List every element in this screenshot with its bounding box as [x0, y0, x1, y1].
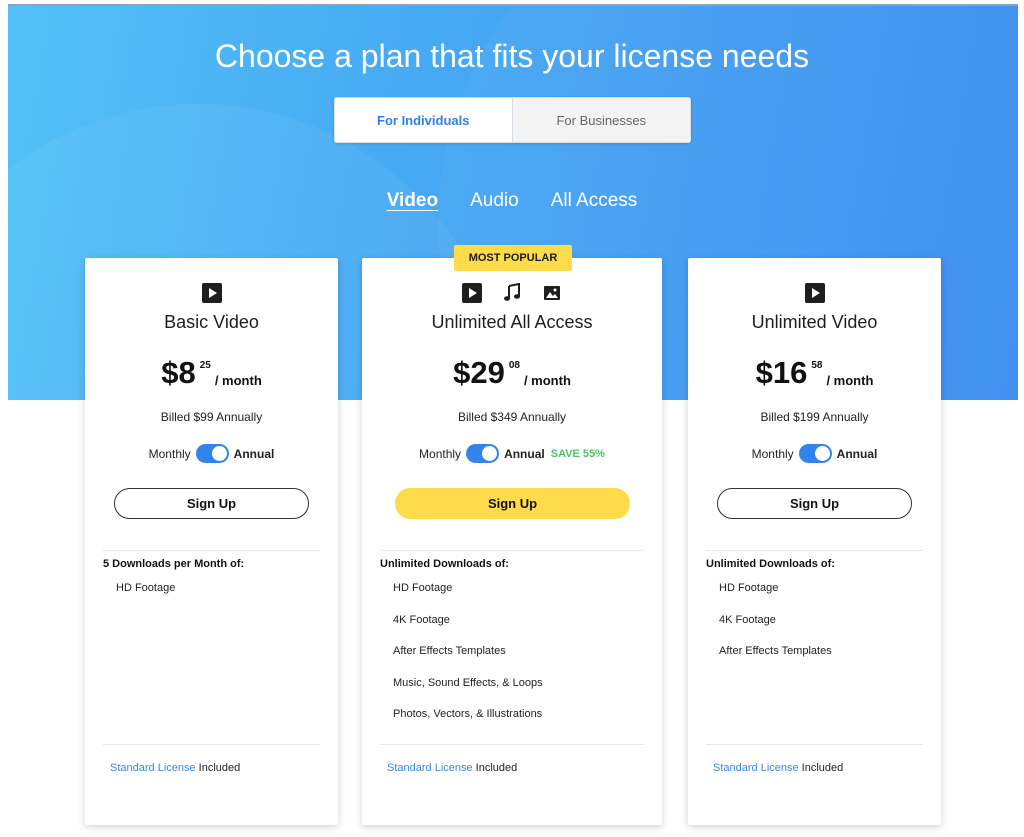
feature-list: HD Footage 4K Footage After Effects Temp… [719, 582, 832, 677]
save-badge: SAVE 55% [550, 447, 605, 460]
plan-icons [85, 283, 338, 303]
feature-list: HD Footage [116, 582, 175, 614]
audience-toggle: For Individuals For Businesses [334, 97, 691, 143]
feature-item: HD Footage [719, 582, 779, 594]
sign-up-button[interactable]: Sign Up [717, 488, 912, 519]
billing-switch[interactable] [195, 444, 229, 463]
toggle-annual-label: Annual [233, 446, 275, 461]
license-suffix: Included [798, 762, 844, 774]
billing-toggle-row: Monthly Annual [688, 444, 941, 463]
standard-license-link[interactable]: Standard License [713, 762, 799, 774]
billed-text: Billed $199 Annually [760, 410, 869, 424]
plan-price: $16 58 / month [688, 356, 941, 390]
music-note-icon [502, 283, 522, 303]
license-note: Standard License Included [713, 762, 843, 774]
tab-for-businesses[interactable]: For Businesses [512, 97, 691, 143]
feature-item: 4K Footage [393, 613, 450, 626]
plan-icons [362, 283, 662, 303]
plan-name: Basic Video [164, 312, 259, 332]
features-heading: 5 Downloads per Month of: [103, 558, 245, 570]
price-whole: $16 [755, 355, 808, 390]
feature-item: 4K Footage [719, 613, 776, 626]
sign-up-button[interactable]: Sign Up [114, 488, 309, 519]
price-period: / month [214, 373, 262, 388]
price-period: / month [523, 373, 571, 388]
plan-price: $8 25 / month [85, 356, 338, 390]
most-popular-badge: MOST POPULAR [454, 245, 572, 271]
toggle-monthly-label: Monthly [148, 446, 191, 461]
toggle-annual-label: Annual [836, 446, 878, 461]
divider [706, 744, 923, 745]
features-heading: Unlimited Downloads of: [706, 558, 835, 570]
standard-license-link[interactable]: Standard License [387, 762, 473, 774]
license-note: Standard License Included [387, 762, 517, 774]
toggle-annual-label: Annual [504, 446, 545, 461]
price-whole: $29 [453, 355, 505, 390]
tab-video[interactable]: Video [387, 190, 438, 212]
tab-audio[interactable]: Audio [470, 190, 519, 212]
play-icon [201, 283, 222, 303]
plan-card-basic-video: Basic Video $8 25 / month Billed $99 Ann… [85, 258, 338, 825]
billing-switch[interactable] [798, 444, 832, 463]
play-icon [462, 283, 482, 303]
price-cents: 25 [199, 360, 211, 371]
feature-item: After Effects Templates [393, 645, 506, 657]
plan-card-unlimited-all-access: Unlimited All Access $29 08 / month Bill… [362, 258, 662, 825]
plan-card-unlimited-video: Unlimited Video $16 58 / month Billed $1… [688, 258, 941, 825]
price-period: / month [826, 373, 874, 388]
tab-for-individuals[interactable]: For Individuals [334, 97, 513, 143]
image-icon [542, 283, 562, 303]
play-icon [804, 283, 825, 303]
license-suffix: Included [195, 762, 241, 774]
toggle-monthly-label: Monthly [419, 446, 462, 461]
feature-list: HD Footage 4K Footage After Effects Temp… [393, 582, 543, 740]
plan-icons [688, 283, 941, 303]
billed-text: Billed $349 Annually [457, 410, 567, 424]
feature-item: HD Footage [116, 582, 176, 594]
standard-license-link[interactable]: Standard License [110, 762, 196, 774]
divider [103, 744, 320, 745]
price-whole: $8 [161, 355, 196, 390]
price-cents: 08 [508, 360, 520, 371]
media-tabs: Video Audio All Access [0, 190, 1024, 212]
features-heading: Unlimited Downloads of: [380, 558, 509, 570]
plan-name: Unlimited Video [751, 312, 878, 332]
divider [380, 744, 644, 745]
license-note: Standard License Included [110, 762, 240, 774]
feature-item: After Effects Templates [719, 645, 832, 657]
billing-switch[interactable] [466, 444, 500, 463]
divider [706, 550, 923, 551]
sign-up-button[interactable]: Sign Up [395, 488, 630, 519]
license-suffix: Included [472, 762, 518, 774]
page-title: Choose a plan that fits your license nee… [214, 38, 810, 74]
toggle-monthly-label: Monthly [751, 446, 794, 461]
tab-all-access[interactable]: All Access [551, 190, 638, 212]
price-cents: 58 [811, 360, 823, 371]
feature-item: Photos, Vectors, & Illustrations [393, 708, 543, 720]
feature-item: Music, Sound Effects, & Loops [393, 676, 543, 689]
plan-name: Unlimited All Access [431, 312, 593, 332]
billed-text: Billed $99 Annually [160, 410, 263, 424]
top-border [8, 4, 1018, 6]
feature-item: HD Footage [393, 582, 453, 594]
divider [103, 550, 320, 551]
divider [380, 550, 644, 551]
billing-toggle-row: Monthly Annual SAVE 55% [362, 444, 662, 463]
billing-toggle-row: Monthly Annual [85, 444, 338, 463]
plan-price: $29 08 / month [362, 356, 662, 390]
